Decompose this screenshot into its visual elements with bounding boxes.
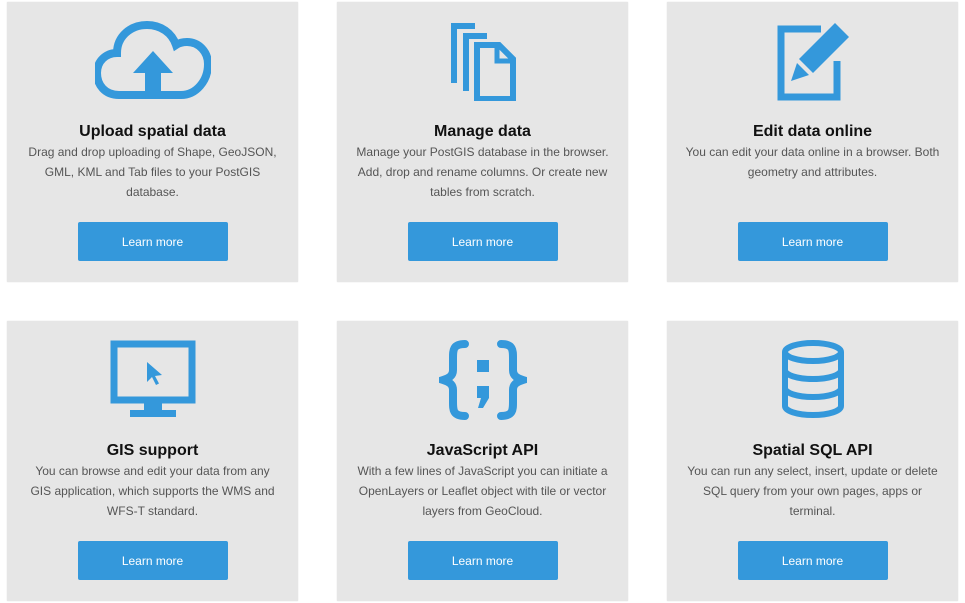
cloud-upload-icon [93, 20, 213, 102]
feature-card-javascript: JavaScript API With a few lines of JavaS… [337, 321, 628, 601]
learn-more-button[interactable]: Learn more [737, 541, 888, 580]
card-description: You can browse and edit your data from a… [30, 464, 275, 518]
edit-icon [753, 20, 873, 102]
card-title: Spatial SQL API [752, 442, 873, 459]
feature-card-sql: Spatial SQL API You can run any select, … [667, 321, 958, 601]
learn-more-button[interactable]: Learn more [407, 541, 558, 580]
card-title: JavaScript API [426, 442, 539, 459]
files-icon [423, 20, 543, 102]
feature-card-manage: Manage data Manage your PostGIS database… [337, 2, 628, 282]
code-braces-icon [423, 339, 543, 421]
card-description: With a few lines of JavaScript you can i… [357, 464, 608, 518]
learn-more-button[interactable]: Learn more [77, 541, 228, 580]
feature-card-gis: GIS support You can browse and edit your… [7, 321, 298, 601]
monitor-icon [93, 339, 213, 421]
card-description: You can edit your data online in a brows… [685, 145, 940, 179]
database-icon [753, 339, 873, 421]
learn-more-button[interactable]: Learn more [407, 222, 558, 261]
feature-card-upload: Upload spatial data Drag and drop upload… [7, 2, 298, 282]
feature-card-edit: Edit data online You can edit your data … [667, 2, 958, 282]
learn-more-button[interactable]: Learn more [77, 222, 228, 261]
learn-more-button[interactable]: Learn more [737, 222, 888, 261]
card-description: You can run any select, insert, update o… [687, 464, 938, 518]
card-title: Manage data [434, 123, 531, 140]
card-title: GIS support [106, 442, 199, 459]
card-title: Edit data online [752, 123, 873, 140]
card-title: Upload spatial data [79, 123, 226, 140]
card-description: Drag and drop uploading of Shape, GeoJSO… [28, 145, 277, 199]
card-description: Manage your PostGIS database in the brow… [356, 145, 609, 199]
